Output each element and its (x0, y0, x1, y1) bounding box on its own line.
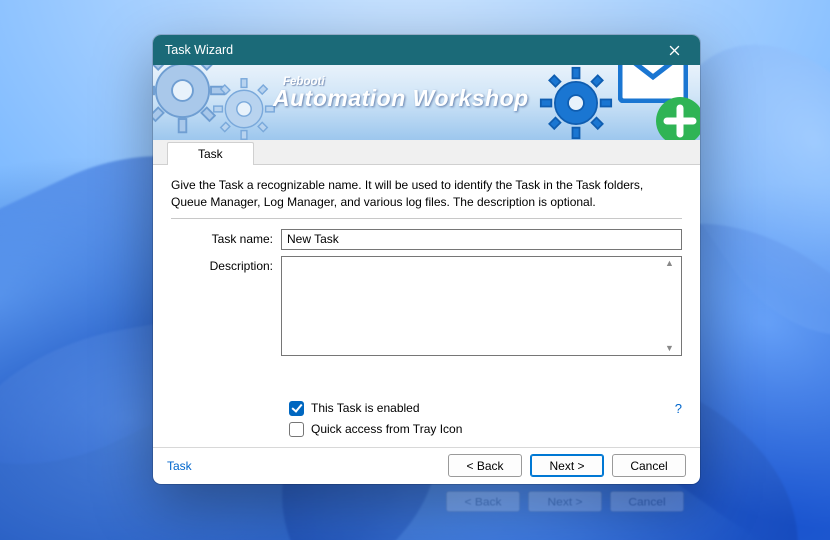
close-icon (669, 45, 680, 56)
task-name-label: Task name: (171, 229, 281, 246)
description-row: Description: ▲▼ (171, 256, 682, 359)
gear-icon (208, 73, 280, 140)
task-name-row: Task name: (171, 229, 682, 250)
footer: Task < Back Next > Cancel (153, 447, 700, 484)
task-name-input[interactable] (281, 229, 682, 250)
cancel-button[interactable]: Cancel (612, 454, 686, 477)
quick-access-checkbox-label: Quick access from Tray Icon (311, 422, 462, 436)
gear-icon (532, 65, 620, 140)
window-reflection: < Back Next > Cancel (446, 491, 684, 512)
plus-circle-icon (654, 95, 700, 140)
description-label: Description: (171, 256, 281, 273)
instruction-text: Give the Task a recognizable name. It wi… (171, 177, 682, 209)
quick-access-checkbox-row[interactable]: Quick access from Tray Icon (289, 422, 682, 437)
breadcrumb[interactable]: Task (167, 459, 440, 473)
reflection-back: < Back (446, 491, 520, 512)
titlebar[interactable]: Task Wizard (153, 35, 700, 65)
reflection-cancel: Cancel (610, 491, 684, 512)
content-area: Give the Task a recognizable name. It wi… (153, 165, 700, 446)
back-button[interactable]: < Back (448, 454, 522, 477)
desktop-background: Task Wizard Febooti Autom (0, 0, 830, 540)
description-input[interactable] (281, 256, 682, 356)
window-title: Task Wizard (165, 43, 656, 57)
checkbox-unchecked-icon[interactable] (289, 422, 304, 437)
enabled-checkbox-label: This Task is enabled (311, 401, 420, 415)
close-button[interactable] (656, 35, 692, 65)
reflection-next: Next > (528, 491, 602, 512)
banner-product: Automation Workshop (273, 85, 529, 112)
tab-task[interactable]: Task (167, 142, 254, 165)
banner: Febooti Automation Workshop (153, 65, 700, 140)
divider (171, 218, 682, 219)
next-button[interactable]: Next > (530, 454, 604, 477)
options-area: ? This Task is enabled Quick access from… (171, 401, 682, 443)
tabstrip: Task (153, 140, 700, 165)
task-wizard-window: Task Wizard Febooti Autom (153, 35, 700, 484)
help-link[interactable]: ? (675, 401, 682, 416)
enabled-checkbox-row[interactable]: This Task is enabled (289, 401, 682, 416)
checkbox-checked-icon[interactable] (289, 401, 304, 416)
